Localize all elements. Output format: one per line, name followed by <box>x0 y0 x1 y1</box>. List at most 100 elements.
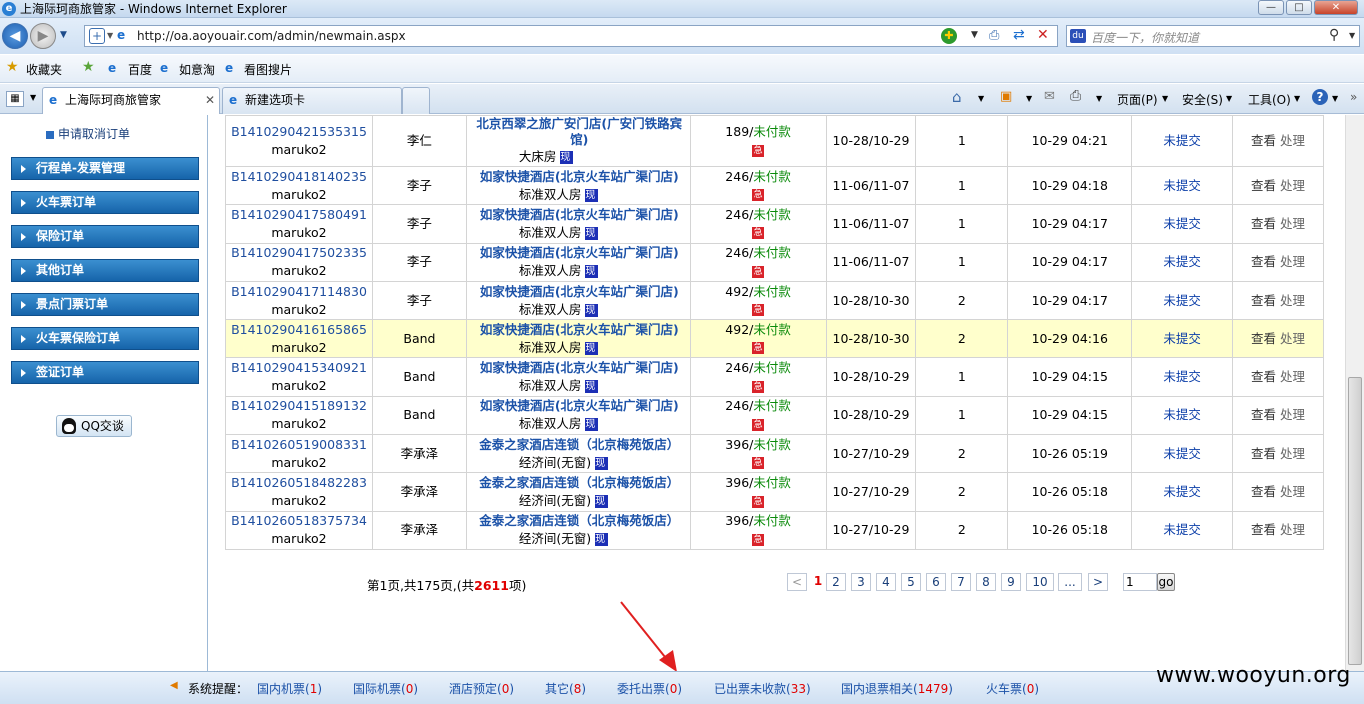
menu-visa-orders[interactable]: 签证订单 <box>11 361 199 384</box>
handle-link[interactable]: 处理 <box>1280 178 1305 193</box>
favorites-button[interactable]: 收藏夹 <box>26 61 62 78</box>
order-id-link[interactable]: B1410290416165865 <box>226 321 372 339</box>
page-10[interactable]: 10 <box>1026 573 1054 591</box>
submit-status-link[interactable]: 未提交 <box>1163 484 1201 499</box>
go-button[interactable]: go <box>1157 573 1175 591</box>
tab-new[interactable]: e 新建选项卡 <box>222 87 402 114</box>
hotel-name-link[interactable]: 如家快捷酒店(北京火车站广渠门店) <box>469 321 690 339</box>
view-link[interactable]: 查看 <box>1251 484 1276 499</box>
handle-link[interactable]: 处理 <box>1280 369 1305 384</box>
tools-menu[interactable]: 工具(O) <box>1248 91 1291 108</box>
hotel-name-link[interactable]: 如家快捷酒店(北京火车站广渠门店) <box>469 359 690 377</box>
submit-status-link[interactable]: 未提交 <box>1163 178 1201 193</box>
print-icon[interactable]: ⎙ <box>1070 88 1081 104</box>
order-id-link[interactable]: B1410260518482283 <box>226 474 372 492</box>
view-link[interactable]: 查看 <box>1251 216 1276 231</box>
addon-icon[interactable]: ✚ <box>941 28 957 44</box>
order-id-link[interactable]: B1410260518375734 <box>226 512 372 530</box>
goto-page-input[interactable] <box>1123 573 1157 591</box>
fav-link-ruyitao[interactable]: 如意淘 <box>179 61 215 78</box>
order-id-link[interactable]: B1410290417580491 <box>226 206 372 224</box>
menu-other-orders[interactable]: 其他订单 <box>11 259 199 282</box>
print-dropdown-icon[interactable]: ▼ <box>1096 94 1102 103</box>
cancel-order-link[interactable]: 申请取消订单 <box>46 125 130 142</box>
reminder-unpaid[interactable]: 已出票未收款(33) <box>714 680 811 697</box>
refresh-icon[interactable]: ⇄ <box>1013 27 1025 43</box>
view-link[interactable]: 查看 <box>1251 133 1276 148</box>
add-favorite-icon[interactable]: ★ <box>82 59 95 75</box>
qq-chat-button[interactable]: QQ交谈 <box>56 415 132 437</box>
hotel-name-link[interactable]: 如家快捷酒店(北京火车站广渠门店) <box>469 244 690 262</box>
scrollbar-thumb[interactable] <box>1348 377 1362 665</box>
new-tab-button[interactable] <box>402 87 430 114</box>
order-id-link[interactable]: B1410260519008331 <box>226 436 372 454</box>
handle-link[interactable]: 处理 <box>1280 484 1305 499</box>
hotel-name-link[interactable]: 如家快捷酒店(北京火车站广渠门店) <box>469 397 690 415</box>
reminder-delegated[interactable]: 委托出票(0) <box>617 680 682 697</box>
compat-dropdown-icon[interactable]: ▼ <box>107 31 113 40</box>
page-7[interactable]: 7 <box>951 573 971 591</box>
submit-status-link[interactable]: 未提交 <box>1163 407 1201 422</box>
compatibility-view-icon[interactable]: ⎙ <box>989 28 999 43</box>
search-icon[interactable]: ⚲ <box>1329 27 1339 43</box>
next-page-button[interactable]: > <box>1088 573 1108 591</box>
vertical-scrollbar[interactable] <box>1345 115 1364 671</box>
view-link[interactable]: 查看 <box>1251 331 1276 346</box>
view-link[interactable]: 查看 <box>1251 293 1276 308</box>
hotel-name-link[interactable]: 金泰之家酒店连锁（北京梅苑饭店） <box>469 436 690 454</box>
stop-icon[interactable]: ✕ <box>1037 27 1049 43</box>
feeds-dropdown-icon[interactable]: ▼ <box>1026 94 1032 103</box>
reminder-train[interactable]: 火车票(0) <box>986 680 1039 697</box>
minimize-button[interactable]: — <box>1258 0 1284 15</box>
handle-link[interactable]: 处理 <box>1280 254 1305 269</box>
fav-link-baidu[interactable]: 百度 <box>128 61 152 78</box>
page-8[interactable]: 8 <box>976 573 996 591</box>
quick-tabs-icon[interactable]: ▦ <box>6 91 24 107</box>
compat-icon[interactable]: + <box>89 28 105 44</box>
order-id-link[interactable]: B1410290418140235 <box>226 168 372 186</box>
menu-ticket-orders[interactable]: 景点门票订单 <box>11 293 199 316</box>
tab-active[interactable]: e 上海际珂商旅管家 ✕ <box>42 87 220 114</box>
page-1[interactable]: 1 <box>809 573 827 591</box>
hotel-name-link[interactable]: 北京西翠之旅广安门店(广安门铁路宾馆) <box>469 116 690 148</box>
help-dropdown-icon[interactable]: ▼ <box>1332 94 1338 103</box>
view-link[interactable]: 查看 <box>1251 369 1276 384</box>
menu-itinerary-invoice[interactable]: 行程单-发票管理 <box>11 157 199 180</box>
handle-link[interactable]: 处理 <box>1280 522 1305 537</box>
hotel-name-link[interactable]: 如家快捷酒店(北京火车站广渠门店) <box>469 283 690 301</box>
reminder-domestic-air[interactable]: 国内机票(1) <box>257 680 322 697</box>
feeds-icon[interactable]: ▣ <box>1000 89 1012 104</box>
page-9[interactable]: 9 <box>1001 573 1021 591</box>
prev-page-button[interactable]: < <box>787 573 807 591</box>
order-id-link[interactable]: B1410290417502335 <box>226 244 372 262</box>
order-id-link[interactable]: B1410290415189132 <box>226 397 372 415</box>
submit-status-link[interactable]: 未提交 <box>1163 331 1201 346</box>
reminder-other[interactable]: 其它(8) <box>545 680 586 697</box>
search-input[interactable]: du 百度一下，你就知道 ⚲ ▼ <box>1066 25 1360 47</box>
order-id-link[interactable]: B1410290417114830 <box>226 283 372 301</box>
help-icon[interactable]: ? <box>1312 89 1328 105</box>
home-dropdown-icon[interactable]: ▼ <box>978 94 984 103</box>
chevron-right-icon[interactable]: » <box>1350 90 1357 104</box>
close-tab-icon[interactable]: ✕ <box>205 88 215 112</box>
handle-link[interactable]: 处理 <box>1280 293 1305 308</box>
handle-link[interactable]: 处理 <box>1280 216 1305 231</box>
tab-list-dropdown-icon[interactable]: ▼ <box>30 93 36 102</box>
handle-link[interactable]: 处理 <box>1280 407 1305 422</box>
page-5[interactable]: 5 <box>901 573 921 591</box>
submit-status-link[interactable]: 未提交 <box>1163 254 1201 269</box>
page-3[interactable]: 3 <box>851 573 871 591</box>
handle-link[interactable]: 处理 <box>1280 133 1305 148</box>
safety-menu[interactable]: 安全(S) <box>1182 91 1223 108</box>
home-icon[interactable]: ⌂ <box>952 88 962 106</box>
page-4[interactable]: 4 <box>876 573 896 591</box>
page-menu[interactable]: 页面(P) <box>1117 91 1158 108</box>
submit-status-link[interactable]: 未提交 <box>1163 446 1201 461</box>
handle-link[interactable]: 处理 <box>1280 331 1305 346</box>
handle-link[interactable]: 处理 <box>1280 446 1305 461</box>
view-link[interactable]: 查看 <box>1251 407 1276 422</box>
submit-status-link[interactable]: 未提交 <box>1163 522 1201 537</box>
reminder-intl-air[interactable]: 国际机票(0) <box>353 680 418 697</box>
fav-link-kantu[interactable]: 看图搜片 <box>244 61 292 78</box>
search-dropdown-icon[interactable]: ▼ <box>1349 31 1355 40</box>
